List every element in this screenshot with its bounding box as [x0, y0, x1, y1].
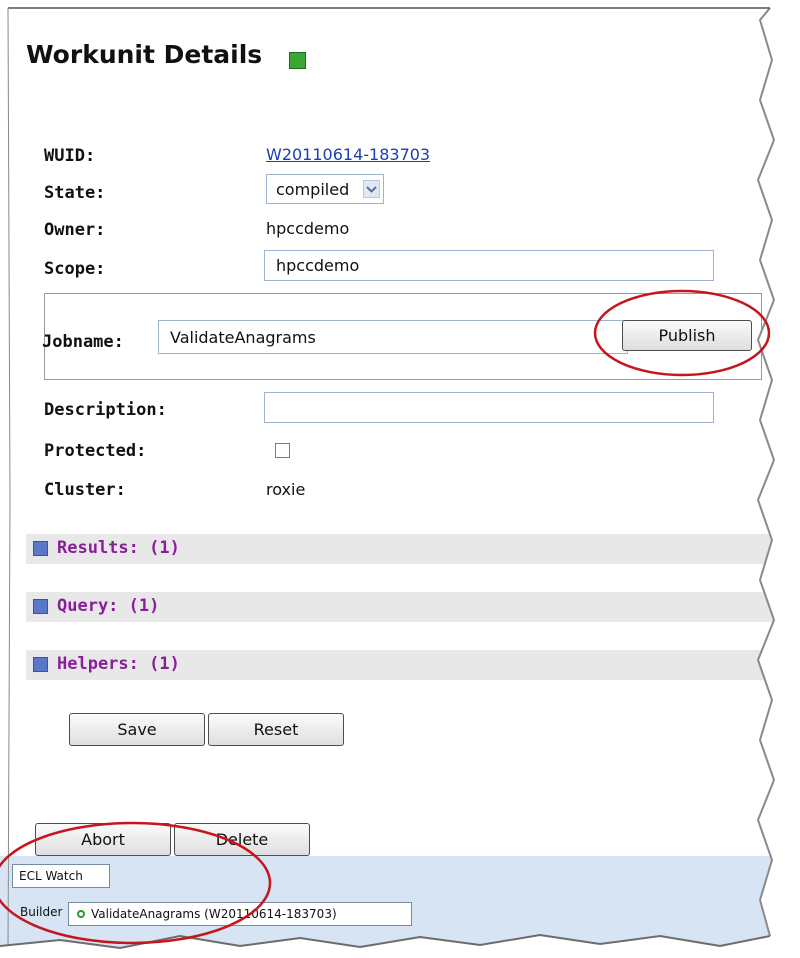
- protected-label: Protected:: [44, 441, 147, 461]
- query-section-header[interactable]: Query: (1): [26, 592, 800, 622]
- builder-label: Builder: [20, 905, 63, 919]
- callout-annotations: [0, 289, 771, 945]
- expand-icon[interactable]: [33, 541, 48, 556]
- refresh-icon[interactable]: [289, 52, 306, 69]
- state-select[interactable]: compiled: [266, 174, 384, 204]
- scope-input-value: hpccdemo: [276, 256, 360, 275]
- save-button[interactable]: Save: [69, 713, 205, 746]
- workunit-details-page: Workunit Details WUID: W20110614-183703 …: [0, 0, 800, 958]
- chevron-down-icon[interactable]: [363, 180, 380, 198]
- wuid-link[interactable]: W20110614-183703: [266, 145, 430, 164]
- owner-value: hpccdemo: [266, 219, 350, 238]
- query-section-label: Query: (1): [57, 596, 160, 616]
- publish-button[interactable]: Publish: [622, 320, 752, 351]
- jobname-input-value: ValidateAnagrams: [170, 328, 316, 347]
- builder-task-label: ValidateAnagrams (W20110614-183703): [91, 907, 337, 921]
- state-select-value: compiled: [276, 180, 350, 199]
- torn-edge-decoration: [0, 0, 800, 958]
- scope-label: Scope:: [44, 259, 106, 279]
- delete-button[interactable]: Delete: [174, 823, 310, 856]
- description-input[interactable]: [264, 392, 714, 423]
- helpers-section-header[interactable]: Helpers: (1): [26, 650, 800, 680]
- ecl-watch-tab[interactable]: ECL Watch: [12, 864, 110, 888]
- scope-input[interactable]: hpccdemo: [264, 250, 714, 281]
- results-section-header[interactable]: Results: (1): [26, 534, 800, 564]
- abort-button[interactable]: Abort: [35, 823, 171, 856]
- jobname-input[interactable]: ValidateAnagrams: [158, 320, 628, 354]
- status-dot-icon: [77, 910, 85, 918]
- cluster-value: roxie: [266, 480, 306, 499]
- protected-checkbox[interactable]: [275, 443, 290, 458]
- builder-task-item[interactable]: ValidateAnagrams (W20110614-183703): [68, 902, 412, 926]
- ecl-watch-tab-label: ECL Watch: [19, 869, 83, 883]
- state-label: State:: [44, 183, 106, 203]
- page-title: Workunit Details: [26, 40, 263, 69]
- owner-label: Owner:: [44, 220, 106, 240]
- cluster-label: Cluster:: [44, 480, 126, 500]
- description-label: Description:: [44, 400, 167, 420]
- jobname-label: Jobname:: [42, 332, 124, 352]
- expand-icon[interactable]: [33, 657, 48, 672]
- helpers-section-label: Helpers: (1): [57, 654, 180, 674]
- wuid-label: WUID:: [44, 146, 96, 166]
- reset-button[interactable]: Reset: [208, 713, 344, 746]
- expand-icon[interactable]: [33, 599, 48, 614]
- results-section-label: Results: (1): [57, 538, 180, 558]
